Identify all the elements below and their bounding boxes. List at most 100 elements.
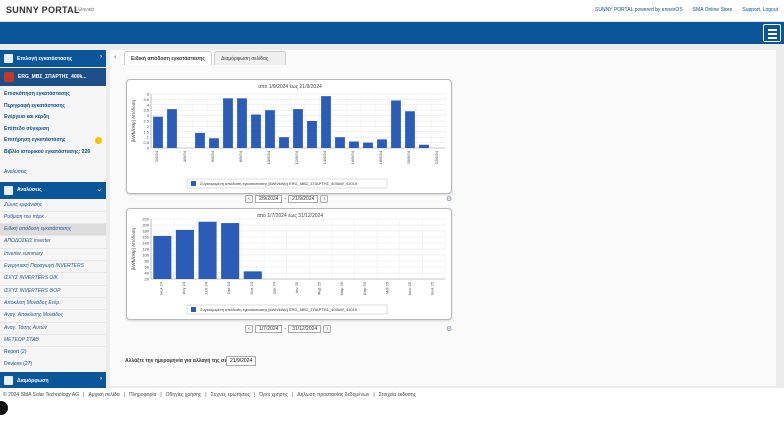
chart-bar [195, 132, 205, 148]
analysis-item[interactable]: ΙΣΧΥΣ INVERTERS ΘΟΡ [0, 286, 106, 298]
tab-page-config[interactable]: Διαμόρφωση σελίδας [214, 51, 286, 65]
language-select[interactable]: Ελληνικά [74, 7, 94, 13]
gear-icon [4, 376, 13, 386]
sidebar-item-report[interactable]: Report (2) [0, 347, 106, 359]
y-tick-label: 3.5 [143, 108, 149, 113]
chart-bar [251, 114, 261, 148]
prev-period-button[interactable]: ‹ [245, 325, 253, 333]
blue-navbar [0, 22, 784, 44]
chart-settings-icon[interactable]: ⚙ [446, 195, 452, 203]
online-store-link[interactable]: SMA Online Store [693, 7, 733, 13]
chart-bar [321, 96, 331, 148]
chart-panel-daily: από 1/9/2024 έως 21/9/2024 [kWh/kWp] Απόδ… [126, 79, 551, 194]
analysis-item[interactable]: Αναγ. Απόκλισης Μονάδος [0, 310, 106, 323]
sidebar-item-analyses[interactable]: Αναλύσεις [0, 167, 106, 179]
analyses-header[interactable]: Αναλύσεις ⌄ [0, 181, 106, 199]
sidebar-item-devices[interactable]: Devices (27) [0, 359, 106, 371]
analysis-item-active[interactable]: Ειδική απόδοση εγκατάστασης [0, 224, 106, 237]
footer-link[interactable]: Στοιχεία έκδοσης [379, 392, 416, 398]
analysis-item[interactable]: Inverter summary [0, 249, 106, 262]
hamburger-icon[interactable] [763, 24, 781, 42]
y-tick-label: 140 [142, 241, 149, 246]
x-tick-label: Νοε 24 [249, 281, 254, 294]
x-tick-label: 20/9/24 [406, 150, 411, 164]
x-tick-label: Φεβ 25 [317, 281, 322, 295]
sidebar-item-description[interactable]: Περιγραφή εγκατάστασης [0, 101, 106, 113]
chart-settings-icon[interactable]: ⚙ [446, 325, 452, 333]
support-logout-link[interactable]: Support, Logout [742, 7, 778, 13]
sidebar: Επιλογή εγκατάστασης › ERG_ΜΒΣ_ΣΠΑΡΤΗΣ_4… [0, 50, 106, 390]
x-tick-label: 18/9/24 [378, 150, 383, 164]
footer-link[interactable]: Όροι χρήσης [259, 392, 288, 398]
y-tick-label: 20 [145, 277, 150, 282]
sidebar-item-energy[interactable]: Ενέργεια και κέρδη [0, 112, 106, 124]
x-tick-label: 14/9/24 [322, 150, 327, 164]
analysis-item[interactable]: Αναγ. Τάσης Αυτών [0, 323, 106, 335]
date-from-input[interactable]: 2/9/2024 [255, 195, 283, 203]
tab-back-icon[interactable]: ‹ [114, 54, 116, 61]
chevron-down-icon: ⌄ [96, 186, 102, 193]
y-tick-label: 100 [142, 253, 149, 258]
y-tick-label: 3 [147, 113, 150, 118]
select-plant-header[interactable]: Επιλογή εγκατάστασης › [0, 50, 106, 67]
chart-bar [363, 142, 373, 148]
sidebar-item-logbook[interactable]: Βιβλίο ιστορικού εγκατάστασης: 226 [0, 147, 106, 167]
x-tick-label: Οκτ 24 [226, 281, 231, 294]
analysis-item[interactable]: Ρύθμιση του πάρκ [0, 212, 106, 225]
sidebar-item-comparison[interactable]: Επίπεδο σύγκριση [0, 124, 106, 136]
analysis-item[interactable]: ΜΕΤΕΩΡ ΣΤΑΘ [0, 335, 106, 348]
legend-swatch [191, 181, 196, 186]
next-period-button[interactable]: › [323, 325, 332, 333]
sidebar-item-monitoring[interactable]: Επιτήρηση εγκατάστασης [0, 135, 106, 147]
daily-yield-chart: από 1/9/2024 έως 21/9/2024 [kWh/kWp] Απόδ… [130, 83, 551, 189]
x-tick-label: Ιουν 25 [407, 281, 412, 295]
y-tick-label: 2 [147, 124, 150, 129]
footer-link[interactable]: Πληροφορία [129, 392, 156, 398]
legend-label: Συγκεκριμένη απόδοση εγκατάστασης [kWh/k… [200, 307, 358, 312]
analysis-item[interactable]: ΑΠΟΔΟΣΕΙΣ inverter [0, 236, 106, 249]
chart-bar [221, 223, 240, 279]
analysis-item[interactable]: Απόκλιση Μονάδος Ενέρ. [0, 298, 106, 311]
tab-specific-yield[interactable]: Ειδική απόδοση εγκατάστασης [124, 51, 212, 65]
x-tick-label: 22/9/24 [434, 150, 439, 164]
plant-select-icon [4, 54, 13, 63]
sunny-portal-logo[interactable]: SUNNY PORTAL [6, 5, 80, 15]
chart-bar [153, 235, 172, 279]
legend-label: Συγκεκριμένη απόδοση εγκατάστασης [kWh/k… [200, 181, 358, 186]
chart-bar [419, 144, 429, 148]
analysis-item[interactable]: ΙΣΧΥΣ INVERTERS ΟΙΚ [0, 273, 106, 286]
y-tick-label: 220 [142, 217, 149, 222]
date-from-input[interactable]: 1/7/2024 [255, 325, 283, 333]
analysis-item[interactable]: Ενεργειακή Παραγωγή INVERTERS [0, 261, 106, 274]
footer-link[interactable]: Αρχική σελίδα [88, 392, 119, 398]
y-tick-label: 60 [145, 265, 150, 270]
x-tick-label: Αυγ 24 [181, 281, 186, 294]
analysis-item[interactable]: Ζώνες εμφάνισης [0, 200, 106, 212]
footer-link[interactable]: Οδηγίες χρήσης [166, 392, 202, 398]
chart-bar [405, 111, 415, 148]
config-header[interactable]: Διαμόρφωση › [0, 372, 106, 390]
y-tick-label: 0 [147, 146, 150, 151]
chart-bar [243, 271, 262, 279]
chart-bar [279, 137, 289, 148]
prev-period-button[interactable]: ‹ [245, 195, 253, 203]
status-date-input[interactable]: 21/9/2024 [226, 356, 257, 366]
ennexos-link[interactable]: SUNNY PORTAL powered by ennexOS [595, 7, 683, 13]
x-tick-label: Μαρ 25 [339, 281, 344, 295]
footer-link[interactable]: Δήλωση προστασίας δεδομένων [297, 392, 369, 398]
plant-name-header[interactable]: ERG_ΜΒΣ_ΣΠΑΡΤΗΣ_400k... [0, 68, 106, 86]
next-period-button[interactable]: › [320, 195, 329, 203]
chart-bar [237, 98, 247, 148]
chart-panel-monthly: από 1/7/2024 έως 31/12/2024 [kWh/kWp] Από… [126, 208, 452, 320]
chart-bar [377, 139, 387, 148]
date-to-input[interactable]: 31/12/2024 [288, 325, 322, 333]
daily-date-nav: ‹ 2/9/2024 - 21/9/2024 › [245, 195, 329, 203]
footer-links: © 2024 SMA Solar Technology AG | Αρχική σ… [3, 392, 417, 398]
x-tick-label: 6/9/24 [210, 150, 215, 162]
chart-bar [391, 100, 401, 148]
y-tick-label: 200 [142, 223, 149, 228]
y-tick-label: 4.5 [143, 97, 149, 102]
footer-link[interactable]: Συχνές ερωτήσεις [211, 392, 250, 398]
sidebar-item-overview[interactable]: Επισκόπηση εγκατάστασης [0, 89, 106, 101]
date-to-input[interactable]: 21/9/2024 [288, 195, 319, 203]
